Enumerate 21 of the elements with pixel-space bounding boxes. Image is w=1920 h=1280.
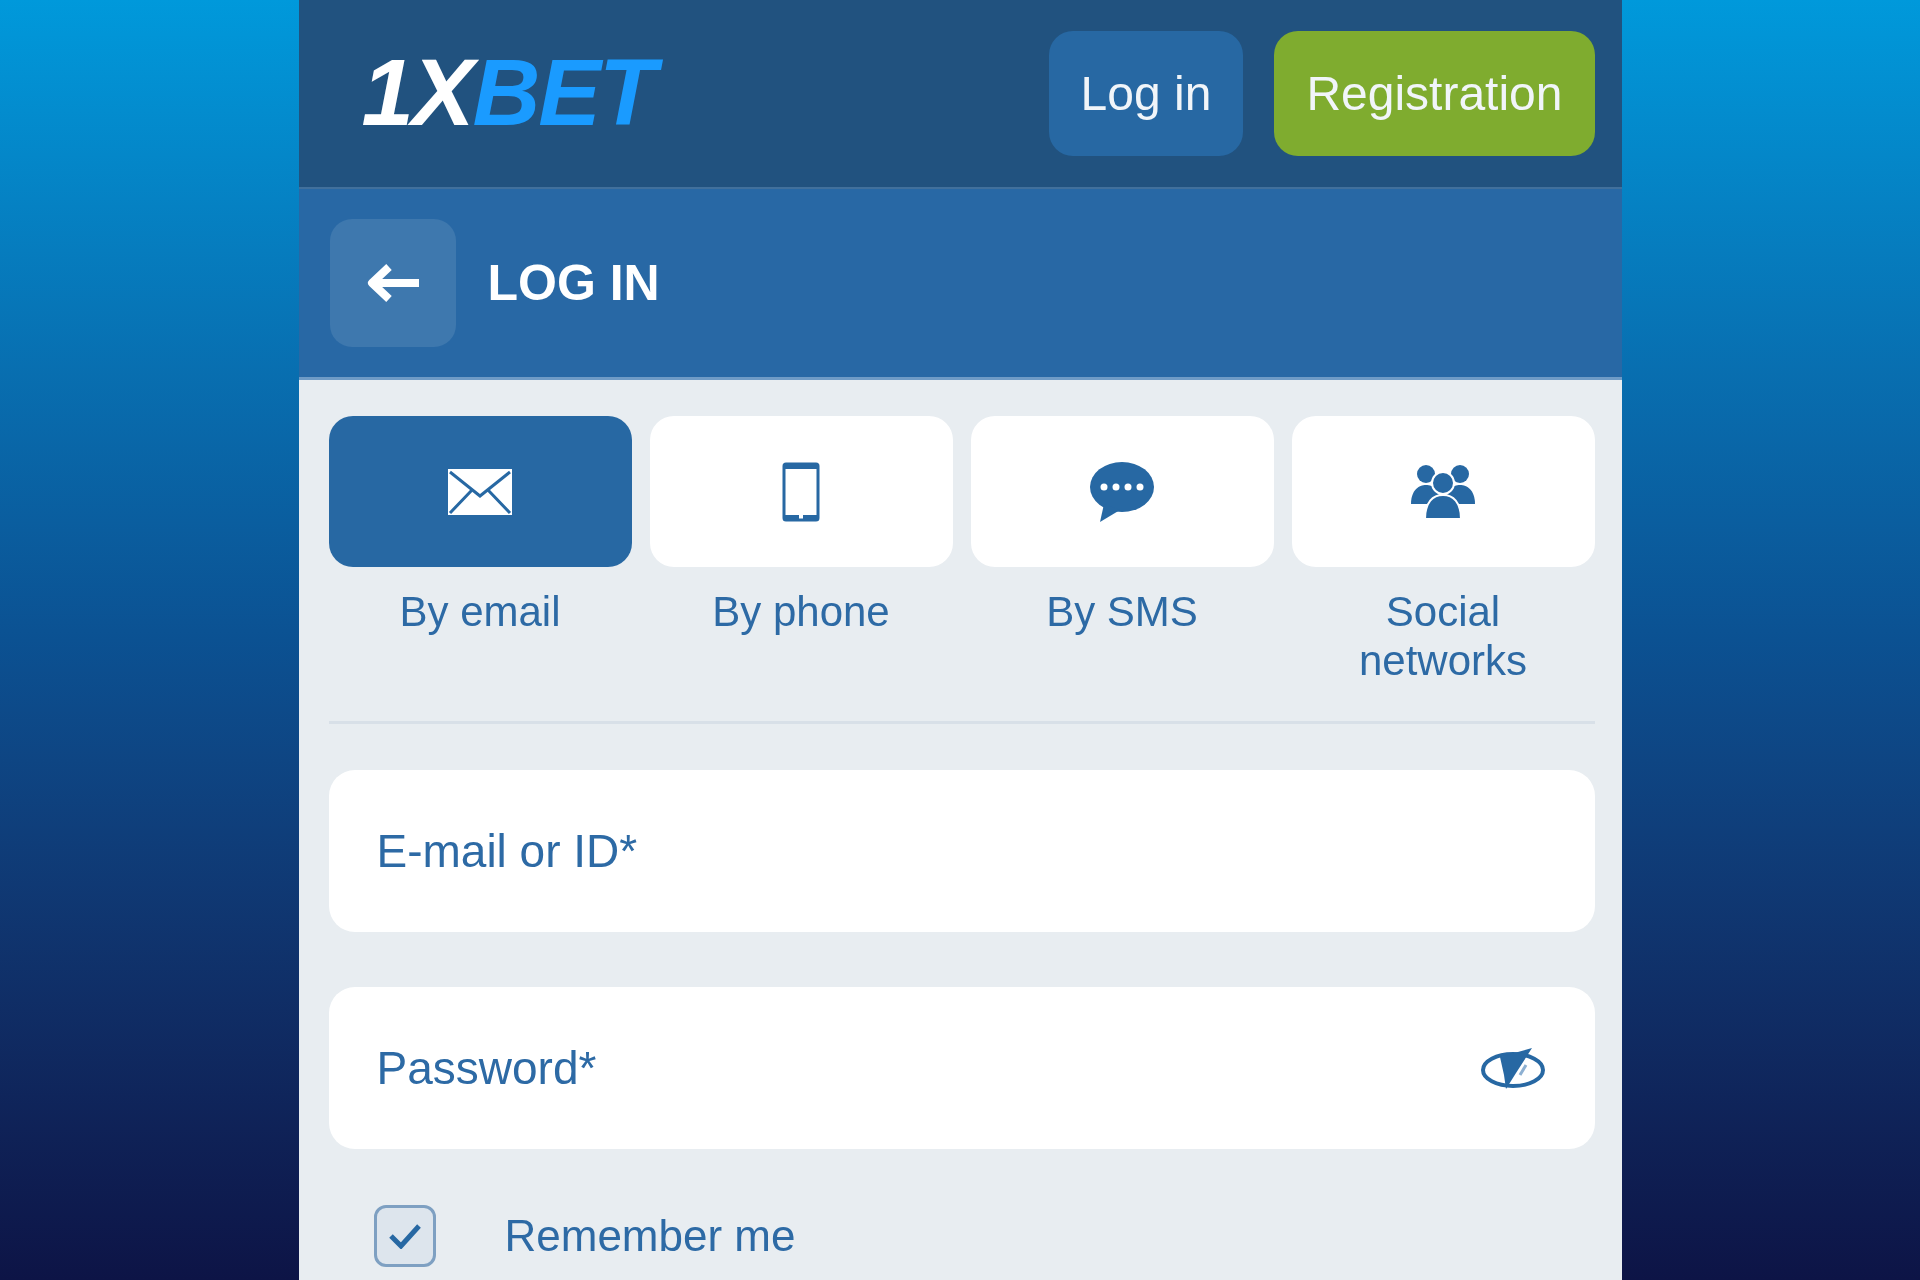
login-method-tab[interactable] — [1291, 416, 1595, 567]
password-field[interactable]: Password* — [328, 987, 1595, 1149]
login-method-label: By phone — [711, 587, 891, 636]
logo: 1XBET — [357, 39, 671, 148]
remember-me-label: Remember me — [504, 1214, 796, 1258]
login-method-label: By email — [398, 587, 562, 636]
eye-slash-icon[interactable] — [1479, 1045, 1546, 1091]
email-field[interactable]: E-mail or ID* — [328, 770, 1595, 932]
people-group-icon — [1411, 463, 1475, 520]
checkbox[interactable] — [373, 1205, 436, 1267]
chat-bubble-icon — [1090, 461, 1154, 522]
login-method-label: Social networks — [1357, 587, 1529, 685]
envelope-icon — [448, 468, 512, 515]
back-button[interactable] — [329, 219, 456, 347]
login-method-label: By SMS — [1045, 587, 1199, 636]
phone-icon — [782, 461, 820, 522]
checkmark-icon — [387, 1223, 422, 1249]
login-method-tab[interactable] — [328, 416, 632, 567]
login-button[interactable]: Log in — [1048, 31, 1244, 156]
login-method-tab[interactable] — [970, 416, 1274, 567]
page-title: LOG IN — [487, 258, 660, 308]
